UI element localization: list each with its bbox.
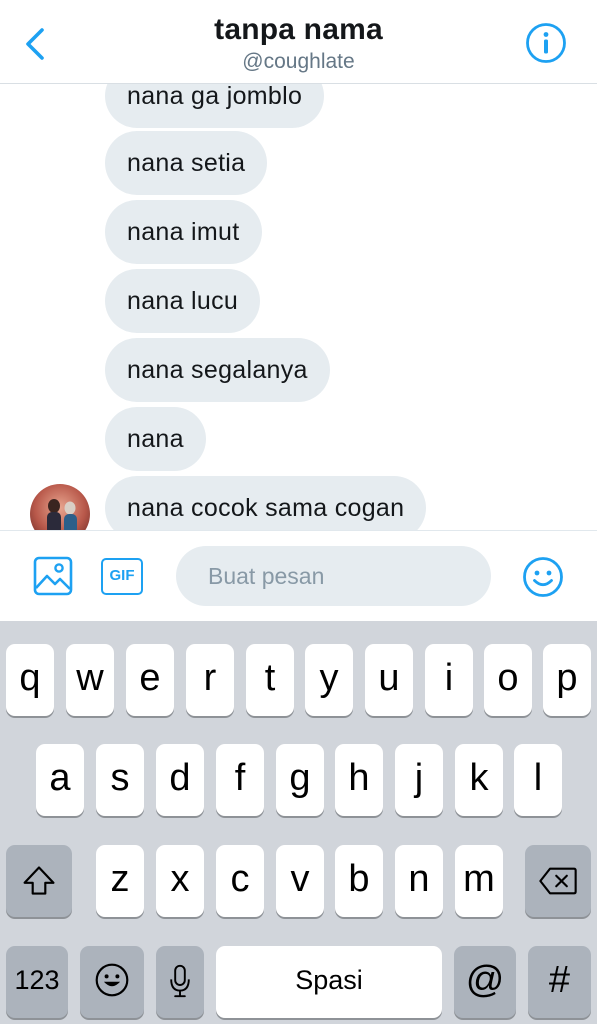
message-composer: GIF	[0, 530, 597, 621]
key-c[interactable]: c	[216, 845, 264, 917]
space-key[interactable]: Spasi	[216, 946, 442, 1018]
emoji-icon[interactable]	[522, 556, 564, 598]
sender-avatar[interactable]	[30, 484, 90, 530]
shift-icon	[23, 866, 55, 895]
microphone-key[interactable]	[156, 946, 204, 1018]
info-icon[interactable]	[525, 22, 567, 64]
message-bubble[interactable]: nana	[105, 407, 206, 471]
gif-label: GIF	[109, 567, 135, 584]
key-o[interactable]: o	[484, 644, 532, 716]
key-k[interactable]: k	[455, 744, 503, 816]
conversation-title[interactable]: tanpa nama	[0, 13, 597, 47]
key-r[interactable]: r	[186, 644, 234, 716]
key-f[interactable]: f	[216, 744, 264, 816]
message-bubble[interactable]: nana setia	[105, 131, 268, 195]
key-p[interactable]: p	[543, 644, 591, 716]
key-w[interactable]: w	[66, 644, 114, 716]
conversation-header: tanpa nama @coughlate	[0, 0, 597, 84]
key-m[interactable]: m	[455, 845, 503, 917]
onscreen-keyboard: q w e r t y u i o p a s d f g h j k l z …	[0, 621, 597, 1024]
image-icon[interactable]	[33, 556, 73, 596]
key-j[interactable]: j	[395, 744, 443, 816]
conversation-handle: @coughlate	[242, 50, 355, 73]
key-u[interactable]: u	[365, 644, 413, 716]
gif-button[interactable]: GIF	[101, 558, 143, 595]
key-x[interactable]: x	[156, 845, 204, 917]
message-list[interactable]: nana ga jomblo nana setia nana imut nana…	[0, 84, 597, 530]
emoji-keyboard-key[interactable]	[80, 946, 144, 1018]
key-l[interactable]: l	[514, 744, 562, 816]
shift-key[interactable]	[6, 845, 72, 917]
message-bubble[interactable]: nana ga jomblo	[105, 84, 325, 128]
message-bubble[interactable]: nana segalanya	[105, 338, 330, 402]
key-s[interactable]: s	[96, 744, 144, 816]
key-h[interactable]: h	[335, 744, 383, 816]
key-b[interactable]: b	[335, 845, 383, 917]
message-input[interactable]	[176, 546, 491, 606]
key-t[interactable]: t	[246, 644, 294, 716]
key-d[interactable]: d	[156, 744, 204, 816]
emoji-keyboard-icon	[95, 963, 129, 997]
key-v[interactable]: v	[276, 845, 324, 917]
key-e[interactable]: e	[126, 644, 174, 716]
message-bubble[interactable]: nana lucu	[105, 269, 261, 333]
key-z[interactable]: z	[96, 845, 144, 917]
hash-key[interactable]: #	[528, 946, 591, 1018]
key-g[interactable]: g	[276, 744, 324, 816]
backspace-key[interactable]	[525, 845, 591, 917]
key-q[interactable]: q	[6, 644, 54, 716]
at-key[interactable]: @	[454, 946, 516, 1018]
key-a[interactable]: a	[36, 744, 84, 816]
key-n[interactable]: n	[395, 845, 443, 917]
backspace-icon	[539, 867, 577, 895]
message-bubble[interactable]: nana cocok sama cogan	[105, 476, 427, 530]
numbers-key[interactable]: 123	[6, 946, 68, 1018]
message-bubble[interactable]: nana imut	[105, 200, 262, 264]
key-y[interactable]: y	[305, 644, 353, 716]
key-i[interactable]: i	[425, 644, 473, 716]
microphone-icon	[170, 964, 190, 998]
